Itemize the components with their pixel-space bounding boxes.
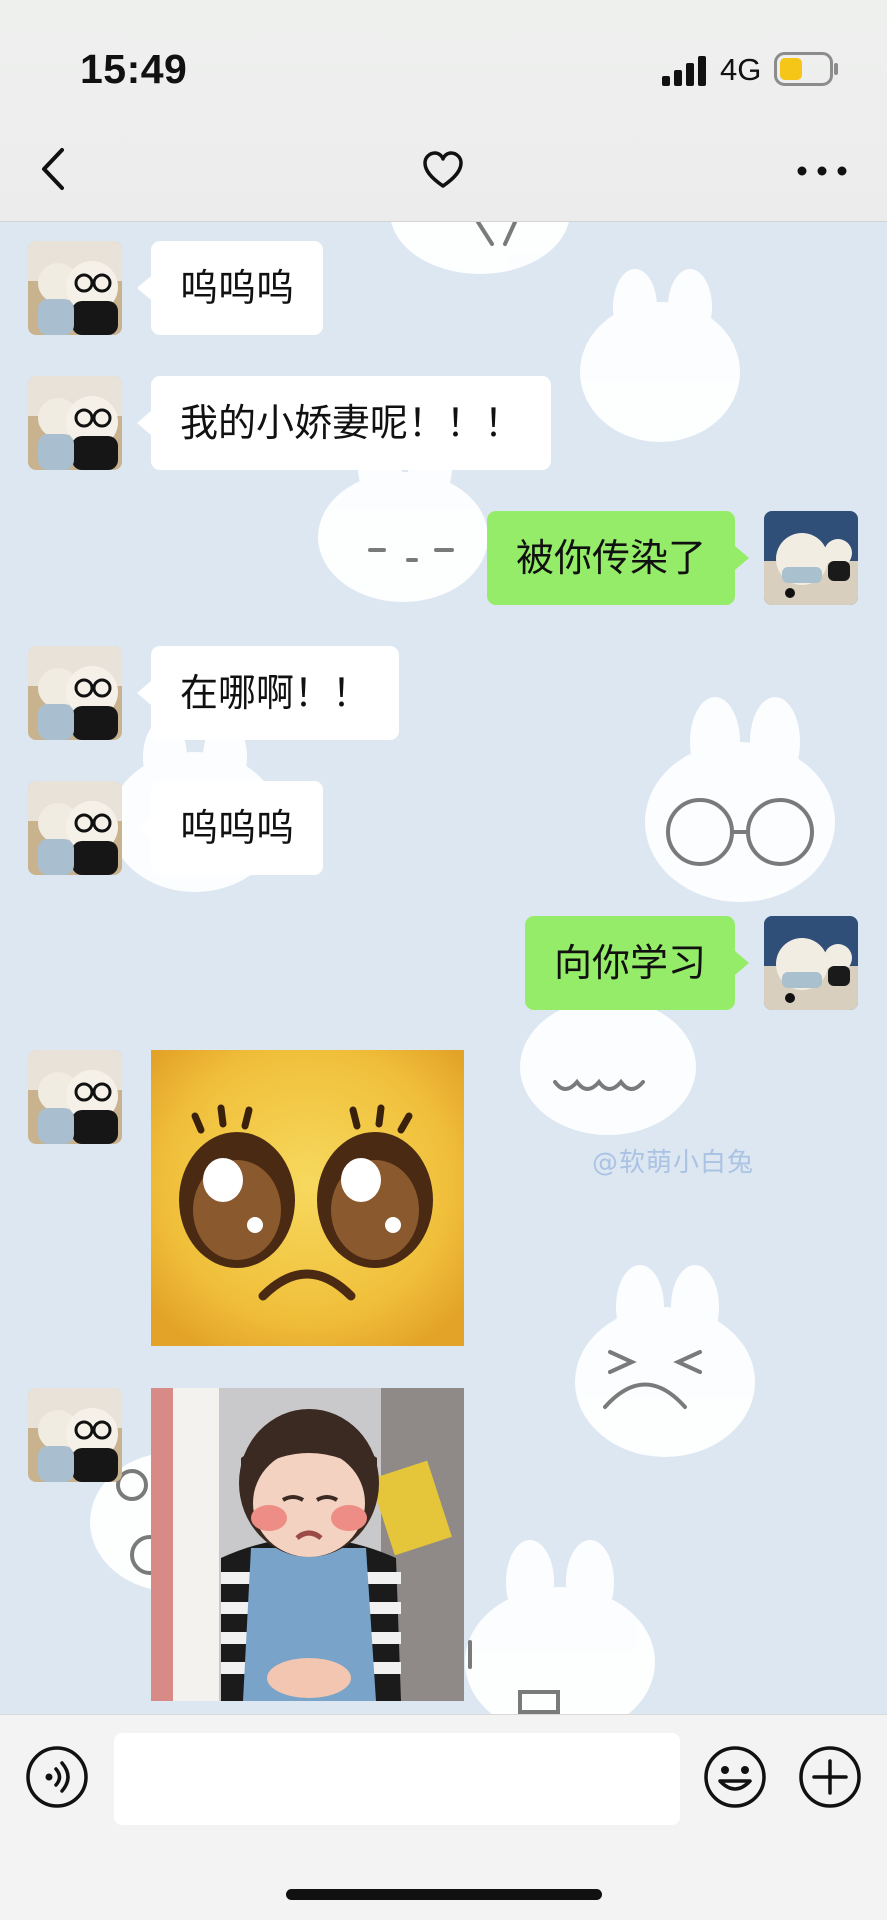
my-avatar[interactable] <box>764 916 858 1010</box>
top-bar: 15:49 4G <box>0 0 887 222</box>
contact-avatar[interactable] <box>28 1388 122 1482</box>
battery-icon <box>774 52 838 86</box>
status-time: 15:49 <box>80 46 188 92</box>
contact-avatar[interactable] <box>28 781 122 875</box>
pleading-face-sticker[interactable] <box>151 1050 464 1346</box>
back-chevron-icon[interactable] <box>36 144 76 194</box>
home-indicator[interactable] <box>286 1889 602 1900</box>
contact-avatar[interactable] <box>28 241 122 335</box>
cellular-signal-icon <box>662 56 706 86</box>
voice-icon[interactable] <box>25 1745 89 1809</box>
network-type: 4G <box>720 52 762 87</box>
my-avatar[interactable] <box>764 511 858 605</box>
message-bubble-outgoing[interactable]: 被你传染了 <box>486 511 750 605</box>
message-bubble-incoming[interactable]: 我的小娇妻呢！！！ <box>136 376 552 470</box>
message-bubble-incoming[interactable]: 呜呜呜 <box>136 241 324 335</box>
more-dots-icon[interactable] <box>796 156 848 186</box>
plus-icon[interactable] <box>798 1745 862 1809</box>
contact-avatar[interactable] <box>28 1050 122 1144</box>
message-bubble-outgoing[interactable]: 向你学习 <box>524 916 750 1010</box>
message-input[interactable] <box>114 1733 680 1825</box>
message-bubble-incoming[interactable]: 在哪啊！！ <box>136 646 400 740</box>
message-bubble-incoming[interactable]: 呜呜呜 <box>136 781 324 875</box>
input-bar <box>0 1714 887 1920</box>
chat-area[interactable]: @软萌小白兔 呜呜呜 我的小娇妻呢！！！ 被你传染了 在哪啊！！ 呜呜呜 向你学… <box>0 222 887 1714</box>
contact-avatar[interactable] <box>28 376 122 470</box>
contact-avatar[interactable] <box>28 646 122 740</box>
heart-icon[interactable] <box>422 150 464 192</box>
emoji-icon[interactable] <box>703 1745 767 1809</box>
wallpaper-watermark: @软萌小白兔 <box>592 1148 755 1178</box>
crying-child-sticker[interactable] <box>151 1388 464 1701</box>
